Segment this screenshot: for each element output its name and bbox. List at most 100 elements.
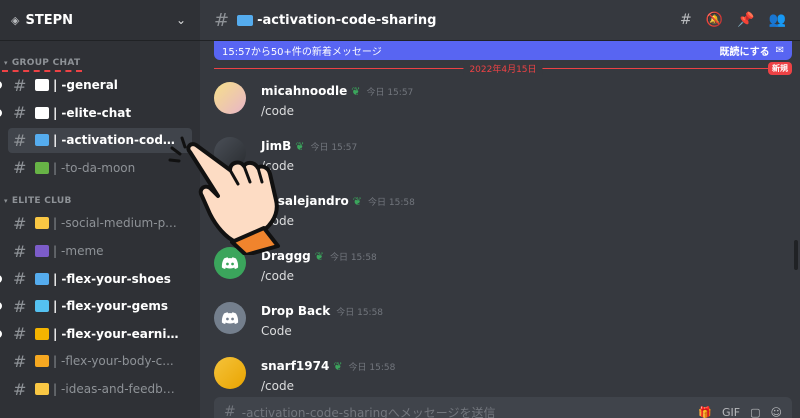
text-channel-icon: # xyxy=(13,213,27,233)
message-item[interactable]: luisalejandro ❦ 今日 15:58/code xyxy=(214,192,784,247)
message-header: micahnoodle ❦ 今日 15:57 xyxy=(261,84,413,98)
sidebar-item-channel[interactable]: # | -meme xyxy=(8,239,192,264)
chevron-down-icon: ▾ xyxy=(4,197,8,206)
sidebar-item-channel[interactable]: # | -flex-your-body-c... xyxy=(8,349,192,374)
composer-tools: 🎁 GIF ▢ ☺ xyxy=(698,406,782,418)
channel-emoji-icon xyxy=(35,79,49,92)
new-messages-banner[interactable]: 15:57から50+件の新着メッセージ 既読にする ✉ xyxy=(214,41,792,60)
date-divider: 2022年4月15日 新規 xyxy=(214,62,792,75)
message-timestamp: 今日 15:58 xyxy=(348,362,396,373)
new-messages-text: 15:57から50+件の新着メッセージ xyxy=(222,47,382,58)
discord-window: ◈ STEPN ⌄ ▾ GROUP CHAT # | -general # | -elit… xyxy=(0,0,800,418)
channel-label: -ideas-and-feedba... xyxy=(61,382,182,397)
message-text: /code xyxy=(261,379,294,393)
server-header[interactable]: ◈ STEPN ⌄ xyxy=(0,0,200,41)
unread-pill xyxy=(0,81,2,90)
separator: | xyxy=(53,216,58,231)
scrollbar[interactable] xyxy=(794,240,798,270)
dashed-underline xyxy=(1,70,83,72)
channel-label: -meme xyxy=(61,244,104,259)
text-channel-icon: # xyxy=(214,9,230,31)
message-header: Drop Back 今日 15:58 xyxy=(261,304,383,318)
text-channel-icon: # xyxy=(13,103,27,123)
sidebar-item-channel[interactable]: # | -social-medium-p... xyxy=(8,211,192,236)
message-item[interactable]: micahnoodle ❦ 今日 15:57/code xyxy=(214,82,784,137)
message-author[interactable]: Drop Back xyxy=(261,304,330,318)
channel-emoji-icon xyxy=(35,327,49,340)
message-list: micahnoodle ❦ 今日 15:57/code JimB ❦ 今日 15:57/c… xyxy=(214,82,784,412)
separator: | xyxy=(53,382,58,397)
message-item[interactable]: JimB ❦ 今日 15:57/code xyxy=(214,137,784,192)
message-item[interactable]: Draggg ❦ 今日 15:58/code xyxy=(214,247,784,302)
message-text: /code xyxy=(261,104,294,118)
separator: | xyxy=(53,160,58,175)
emoji-icon[interactable]: ☺ xyxy=(771,406,782,418)
mark-as-read-button[interactable]: 既読にする xyxy=(720,43,770,58)
avatar[interactable] xyxy=(214,82,246,114)
separator: | xyxy=(53,105,58,120)
message-timestamp: 今日 15:57 xyxy=(310,142,358,153)
separator: | xyxy=(53,271,58,286)
text-channel-icon: # xyxy=(13,324,27,344)
avatar[interactable] xyxy=(214,357,246,389)
chevron-down-icon[interactable]: ⌄ xyxy=(176,13,186,27)
text-channel-icon: # xyxy=(13,130,27,150)
sticker-icon[interactable]: ▢ xyxy=(750,406,760,418)
gift-icon[interactable]: 🎁 xyxy=(698,406,712,418)
message-author[interactable]: snarf1974 xyxy=(261,359,329,373)
message-body: micahnoodle ❦ 今日 15:57/code xyxy=(261,82,413,118)
message-composer[interactable]: # -activation-code-sharingへメッセージを送信 🎁 GI… xyxy=(214,397,792,418)
gif-icon[interactable]: GIF xyxy=(722,406,740,418)
separator: | xyxy=(53,326,58,341)
text-channel-icon: # xyxy=(13,158,27,178)
category-title: ELITE CLUB xyxy=(11,196,72,207)
pin-icon[interactable]: 📌 xyxy=(737,12,754,28)
mark-read-icon[interactable]: ✉ xyxy=(776,45,784,56)
discord-logo-icon xyxy=(221,312,239,324)
message-item[interactable]: Drop Back 今日 15:58 Code xyxy=(214,302,784,357)
message-body: snarf1974 ❦ 今日 15:58/code xyxy=(261,357,395,393)
separator: | xyxy=(53,78,58,93)
unread-pill xyxy=(0,274,2,283)
channel-label: -social-medium-p... xyxy=(61,216,177,231)
sidebar-item-channel[interactable]: # | -flex-your-shoes xyxy=(0,266,192,291)
channel-label: -flex-your-shoes xyxy=(61,271,171,286)
role-sprout-icon: ❦ xyxy=(333,359,343,373)
message-text: /code xyxy=(261,269,294,283)
channel-emoji-icon xyxy=(35,134,49,147)
chevron-down-icon: ▾ xyxy=(4,59,8,67)
sidebar-item-channel[interactable]: # | -general xyxy=(0,73,192,98)
message-header: snarf1974 ❦ 今日 15:58 xyxy=(261,359,395,373)
threads-icon[interactable]: # xyxy=(680,12,692,28)
channel-label: -activation-code... xyxy=(61,133,182,148)
channel-emoji-icon xyxy=(35,300,49,313)
pointing-hand-icon xyxy=(168,136,280,255)
channel-title: -activation-code-sharing xyxy=(257,12,437,28)
channel-header: # -activation-code-sharing # 🔕 📌 👥 xyxy=(200,0,800,41)
channel-emoji-icon xyxy=(35,272,49,285)
sidebar-item-channel[interactable]: # | -ideas-and-feedba... xyxy=(8,377,192,402)
role-sprout-icon: ❦ xyxy=(314,249,324,263)
new-badge: 新規 xyxy=(768,62,792,75)
avatar[interactable] xyxy=(214,302,246,334)
message-input[interactable]: -activation-code-sharingへメッセージを送信 xyxy=(242,404,496,418)
role-sprout-icon: ❦ xyxy=(351,84,361,98)
unread-pill xyxy=(0,108,2,117)
text-channel-icon: # xyxy=(13,241,27,261)
sidebar-item-channel[interactable]: # | -elite-chat xyxy=(0,100,192,125)
category-title: GROUP CHAT xyxy=(11,58,81,68)
server-name: STEPN xyxy=(25,12,73,28)
sidebar-item-channel[interactable]: # | -flex-your-earning xyxy=(0,321,192,346)
member-list-icon[interactable]: 👥 xyxy=(769,12,786,28)
channel-label: -elite-chat xyxy=(61,105,132,120)
category-group-chat[interactable]: ▾ GROUP CHAT xyxy=(0,56,200,72)
role-sprout-icon: ❦ xyxy=(295,139,305,153)
sidebar-item-channel[interactable]: # | -flex-your-gems xyxy=(0,294,192,319)
mute-bell-icon[interactable]: 🔕 xyxy=(706,12,723,28)
message-author[interactable]: micahnoodle xyxy=(261,84,347,98)
sidebar-item-channel[interactable]: # | -activation-code... xyxy=(8,127,192,153)
channel-emoji-icon xyxy=(35,217,49,230)
channel-label: -flex-your-gems xyxy=(61,299,169,314)
channel-emoji-icon xyxy=(35,355,49,368)
sidebar-item-channel[interactable]: # | -to-da-moon xyxy=(8,155,192,180)
